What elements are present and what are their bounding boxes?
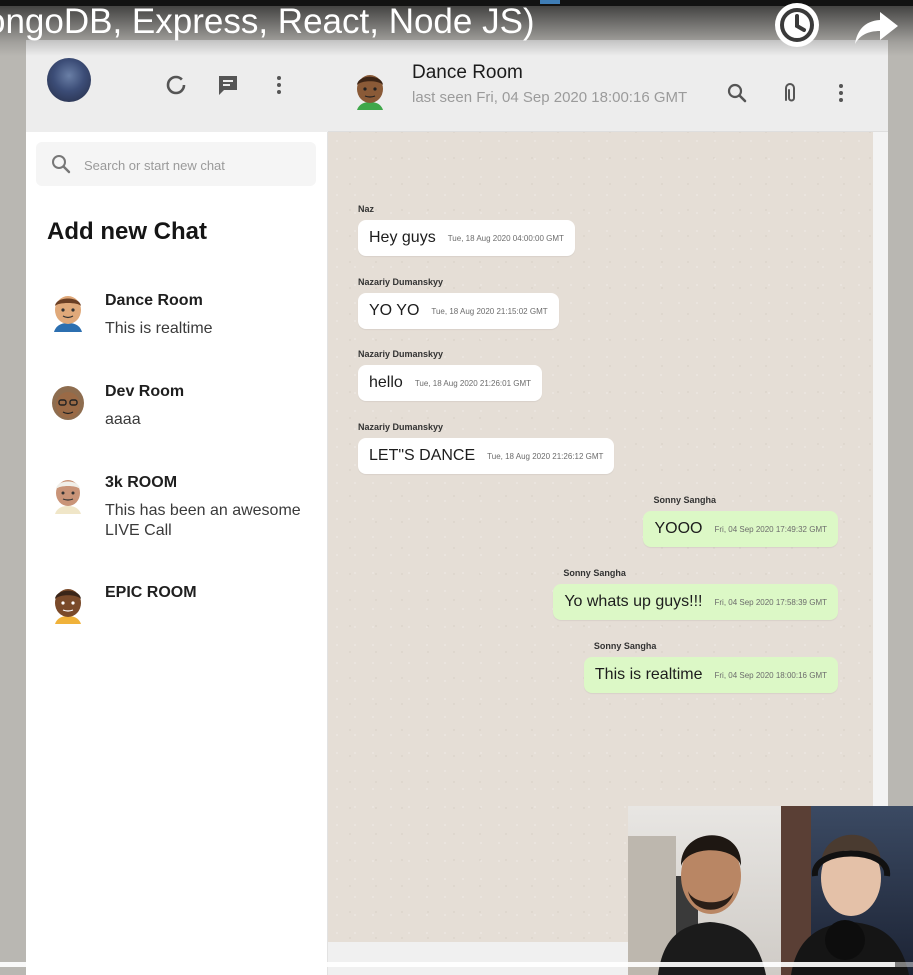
- message-text: Hey guys: [369, 229, 436, 246]
- video-title-bar: ongoDB, Express, React, Node JS): [0, 0, 913, 56]
- message: Nazariy Dumanskyy hello Tue, 18 Aug 2020 …: [358, 349, 543, 402]
- message-author: Nazariy Dumanskyy: [358, 349, 444, 359]
- avatar[interactable]: [47, 58, 91, 102]
- share-arrow-icon[interactable]: [852, 4, 902, 48]
- search-icon: [50, 153, 72, 175]
- message-bubble: Hey guys Tue, 18 Aug 2020 04:00:00 GMT: [358, 220, 575, 257]
- chat-name: 3k ROOM: [105, 474, 178, 491]
- more-vert-icon[interactable]: [828, 80, 854, 106]
- video-progress-bar[interactable]: [0, 962, 913, 967]
- message-text: YO YO: [369, 302, 420, 319]
- message-text: Yo whats up guys!!!: [564, 593, 703, 610]
- chat-name: Dev Room: [105, 383, 185, 400]
- sidebar: Add new Chat Dance Room This is realtime: [26, 40, 328, 975]
- message-text: YOOO: [654, 520, 703, 537]
- avatar: [48, 584, 88, 628]
- message-bubble: YO YO Tue, 18 Aug 2020 21:15:02 GMT: [358, 293, 559, 330]
- video-progress-fill: [0, 962, 895, 967]
- message-outgoing: Sonny Sangha This is realtime Fri, 04 Sep…: [583, 641, 838, 694]
- webcam-feed-guest: [781, 806, 913, 975]
- message-text: hello: [369, 374, 403, 391]
- chat-last-message: This is realtime: [105, 320, 213, 337]
- message-bubble: This is realtime Fri, 04 Sep 2020 18:00:1…: [583, 657, 838, 694]
- message: Nazariy Dumanskyy LET"S DANCE Tue, 18 Aug…: [358, 422, 615, 475]
- message-author: Nazariy Dumanskyy: [358, 422, 444, 432]
- message-author: Naz: [358, 204, 375, 214]
- message-outgoing: Sonny Sangha Yo whats up guys!!! Fri, 04 …: [553, 568, 838, 621]
- chat-name: Dance Room: [105, 292, 203, 309]
- chat-name: EPIC ROOM: [105, 584, 197, 601]
- avatar: [48, 292, 88, 336]
- sidebar-item-dev-room[interactable]: Dev Room aaaa: [26, 383, 328, 463]
- message-author: Sonny Sangha: [563, 568, 626, 578]
- message-timestamp: Tue, 18 Aug 2020 21:15:02 GMT: [431, 306, 548, 316]
- message-text: This is realtime: [594, 666, 703, 683]
- avatar: [48, 474, 88, 518]
- message-text: LET"S DANCE: [369, 447, 476, 464]
- message-timestamp: Fri, 04 Sep 2020 17:49:32 GMT: [714, 524, 827, 534]
- add-new-chat-button[interactable]: Add new Chat: [47, 218, 207, 246]
- message-timestamp: Fri, 04 Sep 2020 17:58:39 GMT: [714, 597, 827, 607]
- video-title[interactable]: ongoDB, Express, React, Node JS): [0, 2, 535, 42]
- message-bubble: hello Tue, 18 Aug 2020 21:26:01 GMT: [358, 365, 543, 402]
- chat-last-message: This has been an awesome LIVE Call: [105, 502, 301, 539]
- status-ring-icon[interactable]: [163, 72, 189, 98]
- message-timestamp: Fri, 04 Sep 2020 18:00:16 GMT: [714, 670, 827, 680]
- new-chat-icon[interactable]: [215, 72, 241, 98]
- message: Nazariy Dumanskyy YO YO Tue, 18 Aug 2020 …: [358, 277, 559, 330]
- avatar: [48, 383, 88, 427]
- message-bubble: YOOO Fri, 04 Sep 2020 17:49:32 GMT: [643, 511, 838, 548]
- message-timestamp: Tue, 18 Aug 2020 21:26:12 GMT: [487, 451, 604, 461]
- room-name: Dance Room: [412, 62, 523, 83]
- webcam-overlay: [628, 806, 913, 975]
- sidebar-item-dance-room[interactable]: Dance Room This is realtime: [26, 292, 328, 372]
- clock-icon[interactable]: [775, 3, 819, 47]
- message-author: Sonny Sangha: [653, 495, 716, 505]
- message-bubble: LET"S DANCE Tue, 18 Aug 2020 21:26:12 GMT: [358, 438, 615, 475]
- message-timestamp: Tue, 18 Aug 2020 04:00:00 GMT: [447, 233, 564, 243]
- message-outgoing: Sonny Sangha YOOO Fri, 04 Sep 2020 17:49:…: [643, 495, 838, 548]
- last-seen-status: last seen Fri, 04 Sep 2020 18:00:16 GMT: [412, 89, 688, 106]
- more-vert-icon[interactable]: [266, 72, 292, 98]
- search-icon[interactable]: [724, 80, 750, 106]
- attach-icon[interactable]: [777, 80, 803, 106]
- sidebar-item-epic-room[interactable]: EPIC ROOM: [26, 584, 328, 664]
- chat-last-message: aaaa: [105, 411, 141, 428]
- message-timestamp: Tue, 18 Aug 2020 21:26:01 GMT: [414, 378, 532, 388]
- message: Naz Hey guys Tue, 18 Aug 2020 04:00:00 GM…: [358, 204, 575, 257]
- message-bubble: Yo whats up guys!!! Fri, 04 Sep 2020 17:5…: [553, 584, 838, 621]
- message-author: Sonny Sangha: [593, 641, 657, 651]
- search-input[interactable]: [84, 154, 304, 176]
- sidebar-item-3k-room[interactable]: 3k ROOM This has been an awesome LIVE Ca…: [26, 474, 328, 554]
- avatar[interactable]: [350, 70, 390, 114]
- video-top-accent: [540, 0, 560, 4]
- search-bar: [36, 142, 316, 186]
- webcam-feed-host: [628, 806, 781, 975]
- message-author: Nazariy Dumanskyy: [358, 277, 444, 287]
